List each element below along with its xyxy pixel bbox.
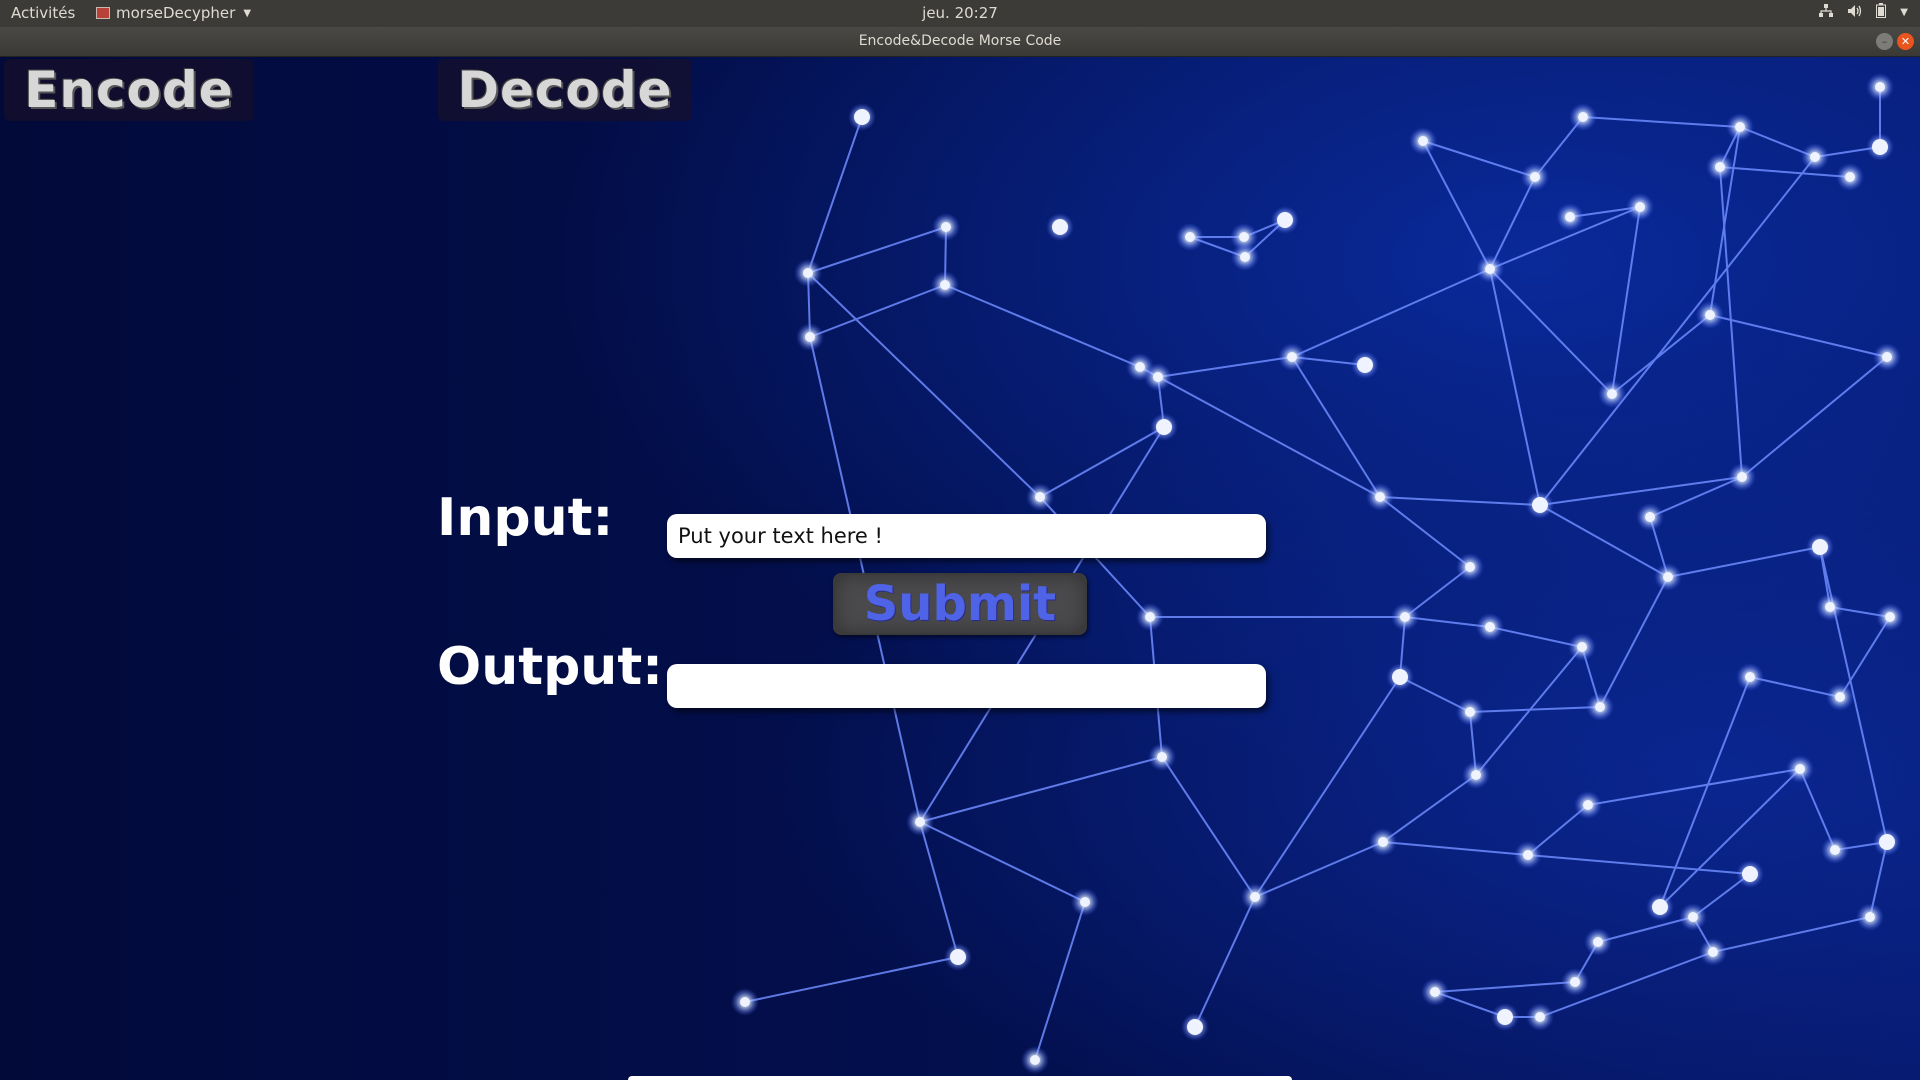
tab-encode[interactable]: Encode	[4, 59, 254, 121]
network-icon	[1819, 3, 1834, 22]
window-title-bar[interactable]: Encode&Decode Morse Code – ✕	[0, 27, 1920, 57]
close-button[interactable]: ✕	[1897, 33, 1914, 50]
submit-button[interactable]: Submit	[833, 573, 1087, 635]
system-top-bar: Activités morseDecypher ▼ jeu. 20:27 ▼	[0, 0, 1920, 27]
app-canvas: Encode Decode Input: Submit Output:	[0, 57, 1920, 1080]
output-field[interactable]	[667, 664, 1266, 708]
system-tray[interactable]: ▼	[1819, 3, 1908, 22]
window-controls: – ✕	[1876, 33, 1914, 50]
battery-icon	[1876, 3, 1887, 22]
clock[interactable]: jeu. 20:27	[0, 4, 1920, 22]
volume-icon	[1847, 4, 1862, 22]
input-field[interactable]	[667, 514, 1266, 558]
window-title: Encode&Decode Morse Code	[858, 33, 1062, 49]
network-background-image	[731, 73, 1904, 1074]
output-label: Output:	[437, 637, 663, 697]
chevron-down-icon: ▼	[1900, 7, 1908, 18]
tab-decode[interactable]: Decode	[438, 59, 692, 121]
input-label: Input:	[437, 488, 614, 548]
bottom-panel-edge	[628, 1076, 1292, 1080]
minimize-button[interactable]: –	[1876, 33, 1893, 50]
